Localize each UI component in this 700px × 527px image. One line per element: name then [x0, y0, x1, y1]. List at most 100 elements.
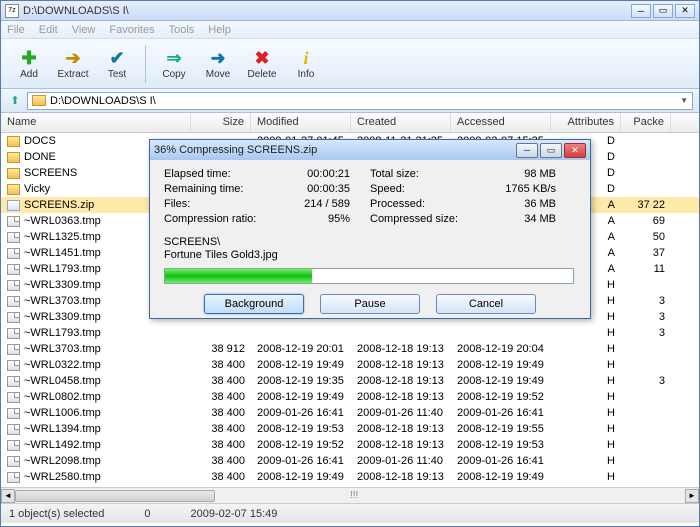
title-bar: 7z D:\DOWNLOADS\S I\ ─ ▭ ✕	[1, 1, 699, 21]
file-row[interactable]: ~WRL2580.tmp38 4002008-12-19 19:492008-1…	[1, 469, 699, 485]
file-attributes: H	[551, 471, 621, 483]
header-created[interactable]: Created	[351, 113, 451, 132]
file-size: 38 912	[191, 343, 251, 355]
tmp-icon	[7, 264, 20, 275]
file-name: ~WRL1451.tmp	[24, 247, 101, 259]
elapsed-value: 00:00:21	[307, 168, 370, 183]
file-created: 2008-12-18 19:13	[351, 423, 451, 435]
progress-bar	[164, 268, 574, 284]
file-row[interactable]: ~WRL1793.tmpH3	[1, 325, 699, 341]
file-accessed: 2008-12-19 19:55	[451, 423, 551, 435]
file-row[interactable]: ~WRL0322.tmp38 4002008-12-19 19:492008-1…	[1, 357, 699, 373]
tmp-icon	[7, 472, 20, 483]
tmp-icon	[7, 312, 20, 323]
file-packed: 37	[621, 247, 671, 259]
scroll-thumb[interactable]	[15, 490, 215, 502]
file-size: 38 400	[191, 375, 251, 387]
file-created: 2008-12-18 19:13	[351, 439, 451, 451]
address-bar: ⬆ D:\DOWNLOADS\S I\ ▼	[1, 89, 699, 113]
background-button[interactable]: Background	[204, 294, 304, 314]
minimize-button[interactable]: ─	[631, 4, 651, 18]
pause-button[interactable]: Pause	[320, 294, 420, 314]
header-accessed[interactable]: Accessed	[451, 113, 551, 132]
extract-icon: ➔	[62, 47, 84, 69]
file-name: ~WRL2098.tmp	[24, 455, 101, 467]
header-attributes[interactable]: Attributes	[551, 113, 621, 132]
header-name[interactable]: Name	[1, 113, 191, 132]
file-row[interactable]: ~WRL3703.tmp38 9122008-12-19 20:012008-1…	[1, 341, 699, 357]
file-accessed: 2008-12-19 19:49	[451, 359, 551, 371]
dialog-maximize-button[interactable]: ▭	[540, 143, 562, 158]
cancel-button[interactable]: Cancel	[436, 294, 536, 314]
copy-button[interactable]: ⇒Copy	[154, 42, 194, 86]
copy-icon: ⇒	[163, 47, 185, 69]
dialog-title: 36% Compressing SCREENS.zip	[154, 144, 514, 156]
processed-value: 36 MB	[524, 198, 576, 213]
dialog-stats: Elapsed time:00:00:21 Remaining time:00:…	[164, 168, 576, 228]
menu-edit[interactable]: Edit	[39, 24, 58, 36]
file-name: ~WRL1793.tmp	[24, 263, 101, 275]
file-modified: 2008-12-19 19:49	[251, 391, 351, 403]
file-row[interactable]: ~WRL2098.tmp38 4002009-01-26 16:412009-0…	[1, 453, 699, 469]
menu-view[interactable]: View	[72, 24, 96, 36]
elapsed-label: Elapsed time:	[164, 168, 307, 183]
file-name: ~WRL1394.tmp	[24, 423, 101, 435]
menu-help[interactable]: Help	[208, 24, 231, 36]
tmp-icon	[7, 456, 20, 467]
info-button[interactable]: iInfo	[286, 42, 326, 86]
file-row[interactable]: ~WRL0802.tmp38 4002008-12-19 19:492008-1…	[1, 389, 699, 405]
dialog-close-button[interactable]: ✕	[564, 143, 586, 158]
files-label: Files:	[164, 198, 304, 213]
add-button[interactable]: ✚Add	[9, 42, 49, 86]
dialog-minimize-button[interactable]: ─	[516, 143, 538, 158]
progress-dialog: 36% Compressing SCREENS.zip ─ ▭ ✕ Elapse…	[149, 139, 591, 319]
header-size[interactable]: Size	[191, 113, 251, 132]
move-button[interactable]: ➜Move	[198, 42, 238, 86]
scroll-left-icon[interactable]: ◄	[1, 489, 15, 503]
remaining-label: Remaining time:	[164, 183, 307, 198]
extract-button[interactable]: ➔Extract	[53, 42, 93, 86]
tmp-icon	[7, 280, 20, 291]
file-row[interactable]: ~WRL0458.tmp38 4002008-12-19 19:352008-1…	[1, 373, 699, 389]
status-count: 0	[144, 508, 150, 520]
current-dir: SCREENS\	[164, 236, 576, 249]
up-icon[interactable]: ⬆	[7, 93, 23, 109]
tmp-icon	[7, 408, 20, 419]
file-size: 38 400	[191, 423, 251, 435]
delete-button[interactable]: ✖Delete	[242, 42, 282, 86]
delete-icon: ✖	[251, 47, 273, 69]
file-name: ~WRL3309.tmp	[24, 311, 101, 323]
compressed-value: 34 MB	[524, 213, 576, 228]
file-row[interactable]: ~WRL1006.tmp38 4002009-01-26 16:412009-0…	[1, 405, 699, 421]
header-packed[interactable]: Packe	[621, 113, 671, 132]
address-input[interactable]: D:\DOWNLOADS\S I\ ▼	[27, 92, 693, 110]
horizontal-scrollbar[interactable]: ◄ !!! ►	[1, 487, 699, 503]
test-button[interactable]: ✔Test	[97, 42, 137, 86]
file-packed: 3	[621, 375, 671, 387]
file-row[interactable]: ~WRL1492.tmp38 4002008-12-19 19:522008-1…	[1, 437, 699, 453]
header-modified[interactable]: Modified	[251, 113, 351, 132]
status-bar: 1 object(s) selected 0 2009-02-07 15:49	[1, 503, 699, 523]
file-name: ~WRL3703.tmp	[24, 295, 101, 307]
remaining-value: 00:00:35	[307, 183, 370, 198]
file-modified: 2008-12-19 19:53	[251, 423, 351, 435]
file-name: ~WRL0322.tmp	[24, 359, 101, 371]
file-packed: 3	[621, 295, 671, 307]
column-headers: Name Size Modified Created Accessed Attr…	[1, 113, 699, 133]
file-row[interactable]: ~WRL1394.tmp38 4002008-12-19 19:532008-1…	[1, 421, 699, 437]
menu-file[interactable]: File	[7, 24, 25, 36]
file-accessed: 2009-01-26 16:41	[451, 407, 551, 419]
close-button[interactable]: ✕	[675, 4, 695, 18]
window-title: D:\DOWNLOADS\S I\	[23, 5, 631, 17]
file-name: ~WRL0802.tmp	[24, 391, 101, 403]
status-selection: 1 object(s) selected	[9, 508, 104, 520]
maximize-button[interactable]: ▭	[653, 4, 673, 18]
menu-favorites[interactable]: Favorites	[109, 24, 154, 36]
current-file: SCREENS\ Fortune Tiles Gold3.jpg	[164, 236, 576, 262]
file-accessed: 2009-01-26 16:41	[451, 455, 551, 467]
scroll-marker: !!!	[350, 490, 358, 501]
scroll-right-icon[interactable]: ►	[685, 489, 699, 503]
dropdown-icon[interactable]: ▼	[680, 96, 688, 105]
tmp-icon	[7, 232, 20, 243]
menu-tools[interactable]: Tools	[169, 24, 195, 36]
